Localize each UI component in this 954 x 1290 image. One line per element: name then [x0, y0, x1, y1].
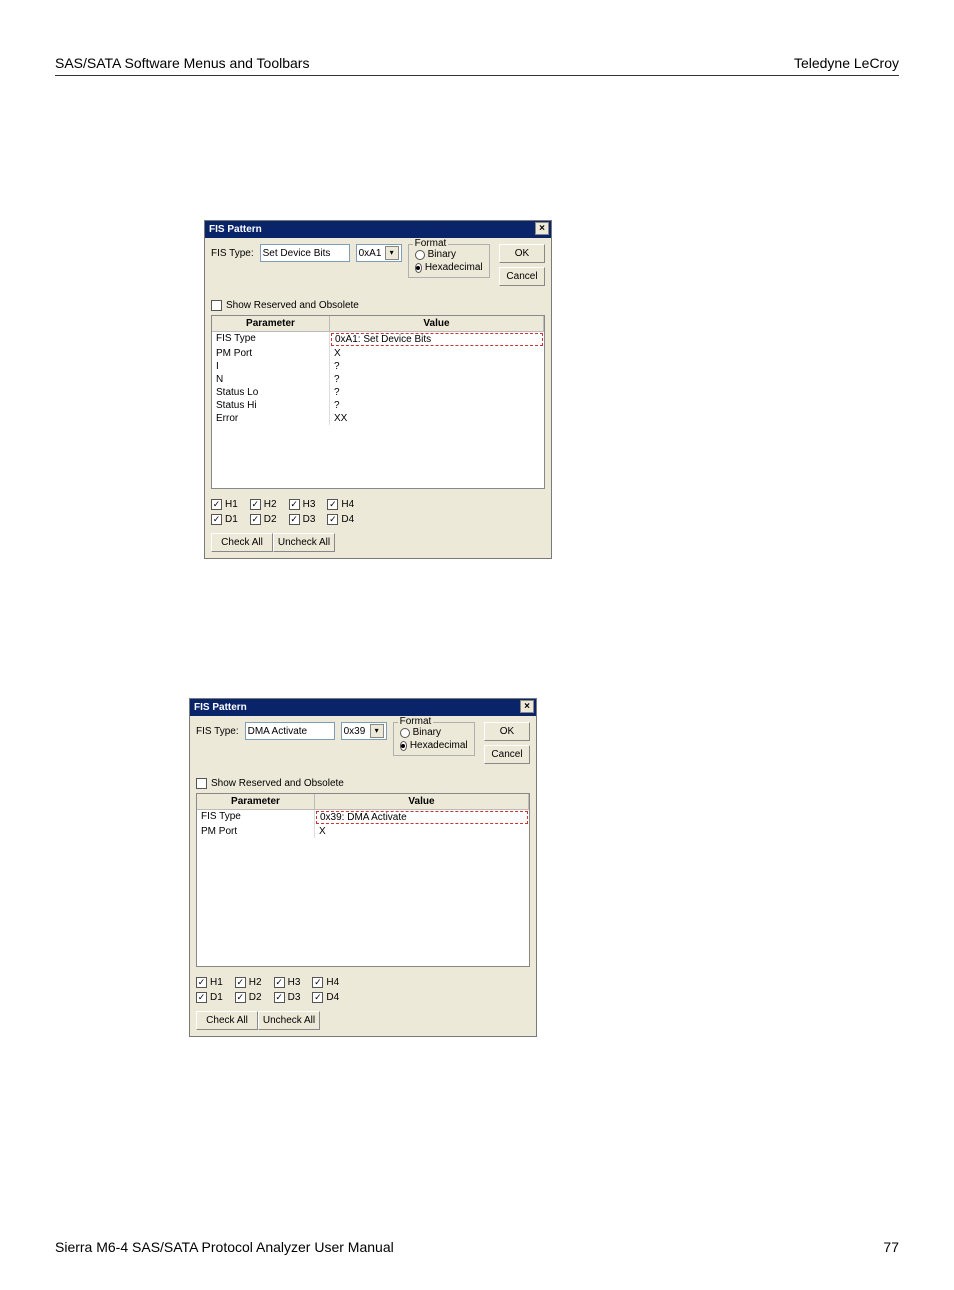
cell-value: X	[315, 825, 529, 838]
cell-value: ?	[330, 386, 544, 399]
fis-type-label: FIS Type:	[211, 244, 254, 259]
ok-button[interactable]: OK	[499, 244, 545, 263]
cell-param: FIS Type	[212, 332, 330, 347]
uncheck-all-button[interactable]: Uncheck All	[258, 1011, 320, 1030]
parameter-table: Parameter Value FIS Type0x39: DMA Activa…	[196, 793, 530, 967]
cell-value: ?	[330, 373, 544, 386]
titlebar: FIS Pattern ×	[190, 699, 536, 716]
radio-binary[interactable]: Binary	[400, 727, 468, 738]
check-h3[interactable]: ✓H3	[274, 977, 301, 988]
cancel-button[interactable]: Cancel	[484, 745, 530, 764]
radio-hex[interactable]: Hexadecimal	[415, 262, 483, 273]
table-row[interactable]: PM PortX	[197, 825, 529, 838]
cell-value: XX	[330, 412, 544, 425]
table-row[interactable]: Status Hi?	[212, 399, 544, 412]
cell-value: X	[330, 347, 544, 360]
check-h2[interactable]: ✓H2	[250, 499, 277, 510]
fis-pattern-dialog-2: FIS Pattern × FIS Type: DMA Activate 0x3…	[189, 698, 537, 1037]
fis-type-combo[interactable]: Set Device Bits	[260, 244, 350, 262]
format-legend: Format	[398, 716, 434, 727]
table-row[interactable]: FIS Type0xA1: Set Device Bits	[212, 332, 544, 347]
table-row[interactable]: I?	[212, 360, 544, 373]
col-value: Value	[330, 316, 544, 331]
page-footer: Sierra M6-4 SAS/SATA Protocol Analyzer U…	[55, 1239, 899, 1255]
cell-value: ?	[330, 399, 544, 412]
fis-type-value: Set Device Bits	[263, 248, 331, 259]
titlebar: FIS Pattern ×	[205, 221, 551, 238]
check-d1[interactable]: ✓D1	[196, 992, 223, 1003]
header-left: SAS/SATA Software Menus and Toolbars	[55, 55, 309, 71]
radio-hex[interactable]: Hexadecimal	[400, 740, 468, 751]
cell-param: FIS Type	[197, 810, 315, 825]
table-row[interactable]: N?	[212, 373, 544, 386]
close-icon[interactable]: ×	[535, 222, 549, 235]
check-d4[interactable]: ✓D4	[327, 514, 354, 525]
check-h1[interactable]: ✓H1	[211, 499, 238, 510]
check-h1[interactable]: ✓H1	[196, 977, 223, 988]
show-reserved-label: Show Reserved and Obsolete	[226, 300, 359, 311]
cell-param: I	[212, 360, 330, 373]
fis-hex-value: 0x39	[344, 726, 366, 737]
chevron-down-icon[interactable]: ▾	[385, 246, 399, 260]
page-header: SAS/SATA Software Menus and Toolbars Tel…	[55, 55, 899, 76]
cell-value: ?	[330, 360, 544, 373]
fis-hex-combo[interactable]: 0x39 ▾	[341, 722, 387, 740]
cell-param: PM Port	[197, 825, 315, 838]
footer-right: 77	[883, 1239, 899, 1255]
show-reserved-label: Show Reserved and Obsolete	[211, 778, 344, 789]
show-reserved-checkbox[interactable]	[196, 778, 207, 789]
cell-value: 0x39: DMA Activate	[316, 811, 528, 824]
fis-type-value: DMA Activate	[248, 726, 307, 737]
col-parameter: Parameter	[197, 794, 315, 809]
table-row[interactable]: Status Lo?	[212, 386, 544, 399]
show-reserved-checkbox[interactable]	[211, 300, 222, 311]
dialog-title: FIS Pattern	[209, 224, 262, 235]
ok-button[interactable]: OK	[484, 722, 530, 741]
uncheck-all-button[interactable]: Uncheck All	[273, 533, 335, 552]
table-row[interactable]: ErrorXX	[212, 412, 544, 425]
fis-hex-value: 0xA1	[359, 248, 382, 259]
format-group: Format Binary Hexadecimal	[408, 244, 490, 278]
fis-type-combo[interactable]: DMA Activate	[245, 722, 335, 740]
header-right: Teledyne LeCroy	[794, 55, 899, 71]
cell-param: Status Lo	[212, 386, 330, 399]
format-legend: Format	[413, 238, 449, 249]
table-row[interactable]: PM PortX	[212, 347, 544, 360]
cell-value: 0xA1: Set Device Bits	[331, 333, 543, 346]
cell-param: N	[212, 373, 330, 386]
cell-param: PM Port	[212, 347, 330, 360]
table-row[interactable]: FIS Type0x39: DMA Activate	[197, 810, 529, 825]
fis-type-label: FIS Type:	[196, 722, 239, 737]
check-d2[interactable]: ✓D2	[235, 992, 262, 1003]
check-all-button[interactable]: Check All	[211, 533, 273, 552]
check-d3[interactable]: ✓D3	[274, 992, 301, 1003]
format-group: Format Binary Hexadecimal	[393, 722, 475, 756]
check-h2[interactable]: ✓H2	[235, 977, 262, 988]
check-d3[interactable]: ✓D3	[289, 514, 316, 525]
col-value: Value	[315, 794, 529, 809]
radio-binary[interactable]: Binary	[415, 249, 483, 260]
chevron-down-icon[interactable]: ▾	[370, 724, 384, 738]
parameter-table: Parameter Value FIS Type0xA1: Set Device…	[211, 315, 545, 489]
fis-hex-combo[interactable]: 0xA1 ▾	[356, 244, 402, 262]
dialog-title: FIS Pattern	[194, 702, 247, 713]
check-d2[interactable]: ✓D2	[250, 514, 277, 525]
footer-left: Sierra M6-4 SAS/SATA Protocol Analyzer U…	[55, 1239, 394, 1255]
col-parameter: Parameter	[212, 316, 330, 331]
close-icon[interactable]: ×	[520, 700, 534, 713]
cancel-button[interactable]: Cancel	[499, 267, 545, 286]
check-d4[interactable]: ✓D4	[312, 992, 339, 1003]
check-h4[interactable]: ✓H4	[327, 499, 354, 510]
check-h3[interactable]: ✓H3	[289, 499, 316, 510]
check-h4[interactable]: ✓H4	[312, 977, 339, 988]
fis-pattern-dialog-1: FIS Pattern × FIS Type: Set Device Bits …	[204, 220, 552, 559]
check-all-button[interactable]: Check All	[196, 1011, 258, 1030]
check-d1[interactable]: ✓D1	[211, 514, 238, 525]
cell-param: Error	[212, 412, 330, 425]
cell-param: Status Hi	[212, 399, 330, 412]
